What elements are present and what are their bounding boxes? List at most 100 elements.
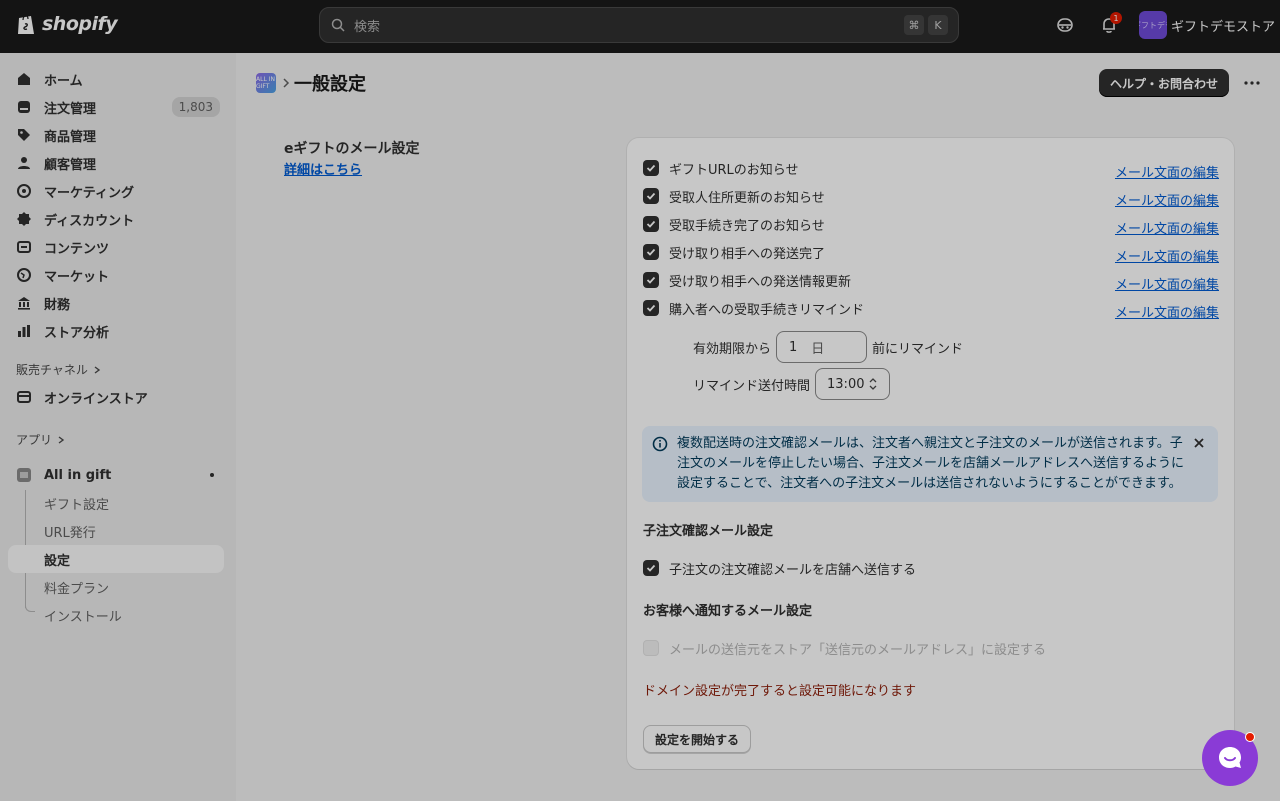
shopify-logo[interactable]: shopify [16,12,118,36]
app-logo-icon: ALL IN GIFT [256,73,276,93]
banner-message: 複数配送時の注文確認メールは、注文者へ親注文と子注文のメールが送信されます。子注… [677,436,1185,491]
target-icon [17,184,31,198]
notification-row[interactable]: ギフトURLのお知らせ [643,158,799,178]
notification-row[interactable]: 受け取り相手への発送情報更新 [643,270,851,290]
notification-row[interactable]: 購入者への受取手続きリマインド [643,298,864,318]
chevron-right-icon [58,435,65,444]
main-area: ALL IN GIFT 一般設定 ヘルプ・お問合わせ eギフトのメール設定 詳細… [236,53,1280,801]
edit-mail-link[interactable]: メール文面の編集 [1115,218,1219,237]
breadcrumb-chevron-icon [283,78,290,88]
edit-mail-link[interactable]: メール文面の編集 [1115,190,1219,209]
store-name[interactable]: ギフトデモストア [1171,16,1275,35]
app-icon [17,468,31,482]
checkbox-checked[interactable] [643,560,659,576]
sidebar-item-finance[interactable]: 財務 [8,289,224,317]
checkbox-checked[interactable] [643,216,659,232]
check-icon [646,304,656,312]
edit-mail-link[interactable]: メール文面の編集 [1115,274,1219,293]
reminder-days-input[interactable]: 1 日 [776,331,868,363]
days-value: 1 [789,339,798,355]
section-title: eギフトのメール設定 [284,141,420,157]
help-contact-button[interactable]: ヘルプ・お問合わせ [1099,69,1230,97]
details-link[interactable]: 詳細はこちら [284,159,362,178]
sidebar-subitem-gift-settings[interactable]: ギフト設定 [8,489,224,517]
sidebar-item-marketing[interactable]: マーケティング [8,177,224,205]
sidebar-subitem-settings[interactable]: 設定 [8,545,224,573]
reminder-postfix: 前にリマインド [872,341,964,357]
sidebar-item-discounts[interactable]: ディスカウント [8,205,224,233]
store-avatar[interactable]: ギフトデモ [1139,11,1167,39]
checkbox-checked[interactable] [643,244,659,260]
sidebar: ホーム 注文管理 1,803 商品管理 顧客管理 マーケティング ディスカウント… [0,53,236,801]
child-order-label: 子注文の注文確認メールを店舗へ送信する [669,562,917,578]
sidebar-item-products[interactable]: 商品管理 [8,121,224,149]
check-icon [646,276,656,284]
sidebar-item-label: ディスカウント [44,213,135,229]
sender-address-row: メールの送信元をストア「送信元のメールアドレス」に設定する [643,638,1046,658]
reminder-time-select[interactable]: 13:00 [815,368,891,400]
close-icon[interactable] [1191,435,1207,451]
checkbox-checked[interactable] [643,188,659,204]
chevron-right-icon [94,365,101,374]
child-order-row[interactable]: 子注文の注文確認メールを店舗へ送信する [643,558,916,578]
notification-label: 受取人住所更新のお知らせ [669,190,825,206]
reminder-prefix: 有効期限から [693,341,772,357]
sidebar-item-orders[interactable]: 注文管理 1,803 [8,93,224,121]
store-icon [17,391,31,403]
apps-label: アプリ [16,433,53,447]
reminder-days-row: 有効期限から 1 日 前にリマインド [693,331,963,363]
reminder-time-row: リマインド送付時間 13:00 [693,368,891,400]
shortcut-cmd-key: ⌘ [904,15,924,35]
check-icon [646,220,656,228]
notification-row[interactable]: 受取人住所更新のお知らせ [643,186,825,206]
notification-row[interactable]: 受け取り相手への発送完了 [643,242,825,262]
sidebar-item-label: ストア分析 [44,325,110,341]
sidebar-item-home[interactable]: ホーム [8,65,224,93]
notification-label: 購入者への受取手続きリマインド [669,302,865,318]
sales-channels-heading[interactable]: 販売チャネル [16,361,102,378]
info-icon [652,436,668,452]
edit-mail-link[interactable]: メール文面の編集 [1115,162,1219,181]
sidekick-icon[interactable] [1055,15,1075,35]
search-bar[interactable]: 検索 ⌘ K [319,7,959,43]
checkbox-checked[interactable] [643,272,659,288]
notification-row[interactable]: 受取手続き完了のお知らせ [643,214,825,234]
sales-channels-label: 販売チャネル [16,363,88,377]
sidebar-item-all-in-gift[interactable]: All in gift [8,461,224,489]
sidebar-item-label: マーケット [44,269,110,285]
check-icon [646,164,656,172]
sidebar-item-markets[interactable]: マーケット [8,261,224,289]
notification-label: 受取手続き完了のお知らせ [669,218,825,234]
order-icon [18,101,30,113]
top-bar: shopify 検索 ⌘ K 1 ギフトデモ ギフトデモストア [0,0,1280,53]
edit-mail-link[interactable]: メール文面の編集 [1115,246,1219,265]
sidebar-subitem-pricing[interactable]: 料金プラン [8,573,224,601]
sidebar-item-label: ホーム [44,73,83,89]
sidebar-item-label: All in gift [44,467,112,483]
sender-address-label: メールの送信元をストア「送信元のメールアドレス」に設定する [669,642,1047,658]
apps-heading[interactable]: アプリ [16,431,66,448]
start-setup-button[interactable]: 設定を開始する [643,725,752,753]
chat-notification-dot [1245,732,1255,742]
sidebar-subitem-url[interactable]: URL発行 [8,517,224,545]
orders-count-badge: 1,803 [171,97,220,117]
person-icon [18,157,30,169]
sidebar-item-content[interactable]: コンテンツ [8,233,224,261]
home-icon [18,73,30,85]
sidebar-subitem-install[interactable]: インストール [8,601,224,629]
check-icon [646,564,656,572]
sidebar-item-online-store[interactable]: オンラインストア [8,383,224,411]
sidebar-item-analytics[interactable]: ストア分析 [8,317,224,345]
more-actions-icon[interactable] [1242,73,1262,93]
edit-mail-link[interactable]: メール文面の編集 [1115,302,1219,321]
checkbox-checked[interactable] [643,300,659,316]
checkbox-checked[interactable] [643,160,659,176]
settings-content: eギフトのメール設定 詳細はこちら ギフトURLのお知らせ メール文面の編集 受… [266,116,1253,788]
time-value: 13:00 [827,376,865,392]
notification-badge: 1 [1110,12,1122,24]
search-placeholder: 検索 [354,19,381,35]
check-icon [646,248,656,256]
sidebar-item-label: 顧客管理 [44,157,97,173]
sidebar-item-customers[interactable]: 顧客管理 [8,149,224,177]
page-header: ALL IN GIFT 一般設定 ヘルプ・お問合わせ [236,53,1280,109]
